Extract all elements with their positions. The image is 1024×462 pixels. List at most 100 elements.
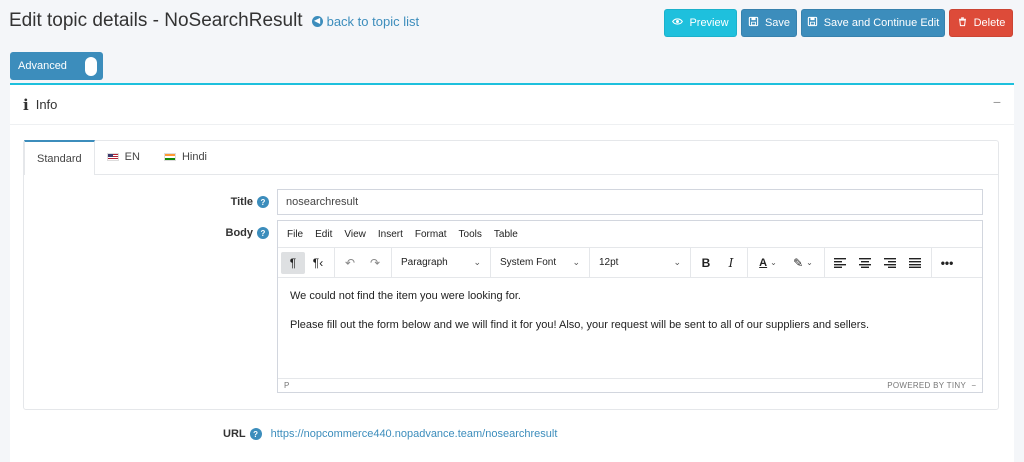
italic-button[interactable]: I bbox=[719, 252, 743, 274]
editor-content[interactable]: We could not find the item you were look… bbox=[278, 278, 982, 379]
font-family-value: System Font bbox=[500, 257, 557, 268]
ltr-paragraph-icon[interactable]: ¶ bbox=[281, 251, 305, 274]
redo-icon[interactable]: ↷ bbox=[363, 252, 387, 274]
preview-label: Preview bbox=[689, 17, 729, 29]
resize-handle-icon: − bbox=[971, 381, 976, 390]
url-label-text: URL bbox=[223, 428, 246, 440]
arrow-left-circle-icon: ◀ bbox=[311, 15, 323, 27]
preview-button[interactable]: Preview bbox=[664, 9, 737, 37]
toolbar-divider bbox=[931, 247, 932, 278]
menu-tools[interactable]: Tools bbox=[453, 229, 488, 240]
url-label: URL ? bbox=[223, 428, 262, 440]
chevron-down-icon: ⌄ bbox=[770, 258, 777, 267]
url-link[interactable]: https://nopcommerce440.nopadvance.team/n… bbox=[271, 428, 558, 440]
chevron-down-icon: ⌄ bbox=[806, 258, 813, 267]
floppy-disk-icon bbox=[807, 16, 818, 30]
save-continue-button[interactable]: Save and Continue Edit bbox=[801, 9, 945, 37]
toolbar-divider bbox=[690, 247, 691, 278]
tab-label: Standard bbox=[37, 152, 82, 165]
collapse-button[interactable]: − bbox=[993, 94, 1001, 110]
action-buttons: Preview Save Save and Continue Edit Dele… bbox=[664, 9, 1013, 37]
body-label: Body ? bbox=[225, 227, 269, 239]
editor-toolbar: ¶ ¶‹ ↶ ↷ Paragraph ⌄ System Font ⌄ 12pt bbox=[278, 247, 982, 278]
title-label-text: Title bbox=[230, 196, 253, 208]
info-icon: i bbox=[23, 95, 29, 114]
tab-standard[interactable]: Standard bbox=[24, 140, 95, 175]
menu-format[interactable]: Format bbox=[409, 229, 453, 240]
page-title: Edit topic details - NoSearchResult ◀ ba… bbox=[9, 10, 419, 32]
card-header[interactable]: i Info bbox=[10, 85, 1014, 125]
editor-menubar: File Edit View Insert Format Tools Table bbox=[278, 221, 982, 248]
url-row: URL ? https://nopcommerce440.nopadvance.… bbox=[223, 428, 557, 440]
tab-label: EN bbox=[124, 151, 140, 163]
save-label: Save bbox=[764, 17, 791, 29]
back-link-label: back to topic list bbox=[326, 13, 420, 29]
content-paragraph: We could not find the item you were look… bbox=[290, 290, 521, 302]
chevron-down-icon: ⌄ bbox=[673, 257, 681, 267]
floppy-disk-icon bbox=[748, 16, 759, 30]
tab-label: Hindi bbox=[181, 151, 208, 163]
help-icon[interactable]: ? bbox=[257, 196, 269, 208]
font-size-value: 12pt bbox=[599, 257, 619, 268]
help-icon[interactable]: ? bbox=[257, 227, 269, 239]
toolbar-divider bbox=[490, 247, 491, 278]
toolbar-divider bbox=[589, 247, 590, 278]
align-justify-icon[interactable] bbox=[903, 252, 927, 274]
editor-statusbar: P POWERED BY TINY − bbox=[278, 378, 982, 392]
toggle-knob bbox=[85, 57, 97, 76]
menu-insert[interactable]: Insert bbox=[372, 229, 409, 240]
menu-edit[interactable]: Edit bbox=[309, 229, 338, 240]
tab-hindi[interactable]: Hindi bbox=[152, 140, 219, 174]
font-family-select[interactable]: System Font ⌄ bbox=[494, 252, 586, 274]
advanced-toggle-label: Advanced bbox=[18, 60, 67, 72]
undo-icon[interactable]: ↶ bbox=[338, 252, 362, 274]
align-center-icon[interactable] bbox=[853, 252, 877, 274]
bold-button[interactable]: B bbox=[694, 252, 718, 274]
highlighter-icon: ✎ bbox=[793, 255, 804, 270]
help-icon[interactable]: ? bbox=[249, 428, 262, 440]
align-right-icon[interactable] bbox=[878, 252, 902, 274]
rtl-paragraph-icon[interactable]: ¶‹ bbox=[306, 252, 330, 274]
block-format-value: Paragraph bbox=[401, 257, 448, 268]
info-card: i Info − Standard EN Hindi Title ? nosea… bbox=[10, 83, 1014, 462]
title-input[interactable]: nosearchresult bbox=[277, 189, 983, 215]
body-label-text: Body bbox=[225, 227, 254, 239]
card-title: Info bbox=[35, 97, 58, 112]
highlight-color-button[interactable]: ✎ ⌄ bbox=[786, 252, 820, 274]
advanced-toggle[interactable]: Advanced bbox=[10, 52, 103, 80]
localized-tabs-panel: Standard EN Hindi Title ? nosearchresult… bbox=[23, 140, 999, 410]
rich-text-editor: File Edit View Insert Format Tools Table… bbox=[277, 220, 983, 393]
save-button[interactable]: Save bbox=[741, 9, 797, 37]
us-flag-icon bbox=[106, 153, 119, 161]
element-path[interactable]: P bbox=[284, 381, 289, 390]
block-format-select[interactable]: Paragraph ⌄ bbox=[395, 252, 487, 274]
menu-table[interactable]: Table bbox=[488, 229, 524, 240]
menu-view[interactable]: View bbox=[338, 229, 372, 240]
text-color-button[interactable]: A ⌄ bbox=[751, 252, 785, 274]
trash-icon bbox=[957, 16, 968, 30]
page-title-text: Edit topic details - NoSearchResult bbox=[9, 10, 303, 31]
text-color-icon: A bbox=[759, 256, 768, 269]
toolbar-divider bbox=[824, 247, 825, 278]
powered-by-tiny[interactable]: POWERED BY TINY − bbox=[887, 381, 976, 390]
eye-icon bbox=[672, 16, 684, 30]
delete-button[interactable]: Delete bbox=[949, 9, 1013, 37]
toolbar-divider bbox=[391, 247, 392, 278]
delete-label: Delete bbox=[973, 17, 1006, 29]
align-left-icon[interactable] bbox=[828, 252, 852, 274]
tab-en[interactable]: EN bbox=[95, 140, 152, 174]
india-flag-icon bbox=[163, 153, 176, 161]
toolbar-divider bbox=[334, 247, 335, 278]
menu-file[interactable]: File bbox=[281, 229, 309, 240]
content-paragraph: Please fill out the form below and we wi… bbox=[290, 319, 870, 332]
save-continue-label: Save and Continue Edit bbox=[823, 17, 940, 29]
font-size-select[interactable]: 12pt ⌄ bbox=[593, 252, 687, 274]
more-options-icon[interactable]: ••• bbox=[935, 252, 959, 274]
powered-by-label: POWERED BY TINY bbox=[887, 381, 967, 390]
chevron-down-icon: ⌄ bbox=[473, 257, 481, 267]
chevron-down-icon: ⌄ bbox=[572, 257, 580, 267]
title-label: Title ? bbox=[231, 196, 269, 208]
toolbar-divider bbox=[747, 247, 748, 278]
back-to-list-link[interactable]: ◀ back to topic list bbox=[311, 13, 420, 29]
language-tabs: Standard EN Hindi bbox=[24, 140, 998, 175]
